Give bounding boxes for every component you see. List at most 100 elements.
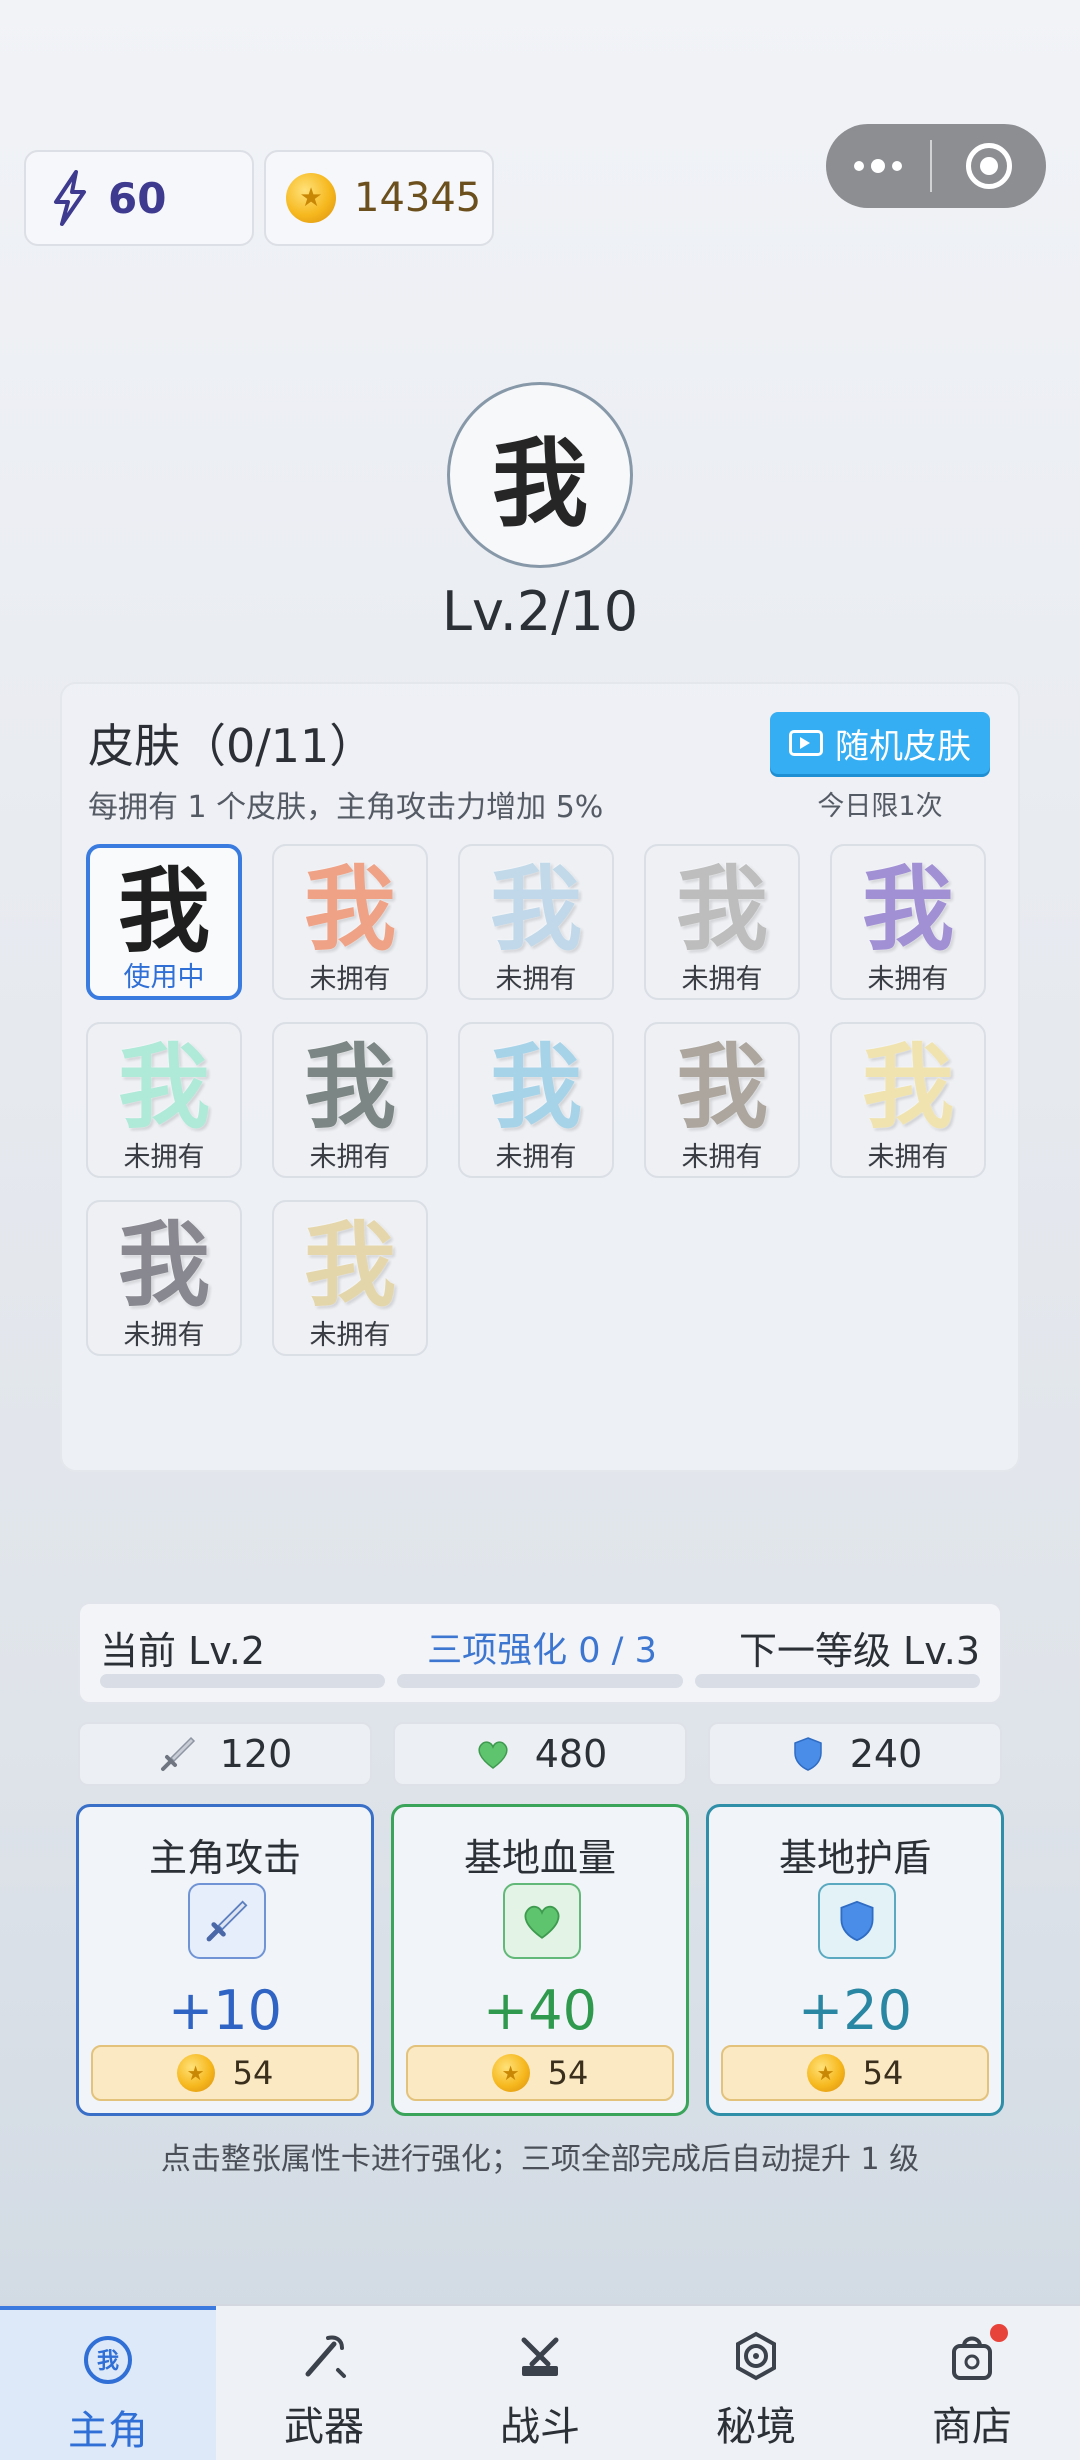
tab-realm[interactable]: 秘境 — [648, 2306, 864, 2460]
skin-item[interactable]: 我未拥有 — [830, 844, 986, 1000]
skin-item[interactable]: 我未拥有 — [830, 1022, 986, 1178]
video-icon — [789, 730, 823, 756]
daily-limit-text: 今日限1次 — [817, 791, 943, 822]
cost-button[interactable]: ★ 54 — [406, 2045, 674, 2101]
skin-status-label: 未拥有 — [495, 964, 577, 995]
card-title: 基地护盾 — [778, 1836, 931, 1880]
skin-item[interactable]: 我未拥有 — [458, 1022, 614, 1178]
shield-value: 240 — [849, 1732, 923, 1776]
attack-value: 120 — [219, 1732, 293, 1776]
gold-coin-icon: ★ — [286, 173, 336, 223]
tab-label: 商店 — [932, 2404, 1012, 2450]
skin-item[interactable]: 我未拥有 — [86, 1200, 242, 1356]
skin-glyph: 我 — [861, 856, 954, 963]
tab-label: 主角 — [68, 2408, 148, 2454]
card-title: 基地血量 — [463, 1836, 616, 1880]
gold-coin-icon: ★ — [491, 2054, 530, 2092]
skin-glyph: 我 — [117, 1034, 210, 1141]
cost-value: 54 — [547, 2054, 589, 2092]
hp-upgrade-card[interactable]: 基地血量 +40 ★ 54 — [391, 1804, 689, 2116]
skin-glyph: 我 — [303, 1212, 396, 1319]
tab-battle[interactable]: 战斗 — [432, 2306, 648, 2460]
heart-icon — [503, 1883, 581, 1959]
cost-button[interactable]: ★ 54 — [721, 2045, 989, 2101]
skin-glyph: 我 — [675, 856, 768, 963]
skin-item[interactable]: 我未拥有 — [644, 844, 800, 1000]
mini-program-capsule — [826, 124, 1046, 208]
lightning-icon — [54, 170, 86, 226]
progress-segment — [100, 1674, 386, 1688]
skin-description: 每拥有 1 个皮肤，主角攻击力增加 5% — [88, 790, 604, 825]
skin-glyph: 我 — [117, 1212, 210, 1319]
battle-icon — [512, 2328, 568, 2384]
hero-badge-icon: 我 — [80, 2332, 136, 2388]
skin-grid: 我使用中我未拥有我未拥有我未拥有我未拥有我未拥有我未拥有我未拥有我未拥有我未拥有… — [86, 844, 1006, 1356]
gold-coin-icon: ★ — [806, 2054, 845, 2092]
skin-status-label: 未拥有 — [309, 1142, 391, 1173]
tab-label: 战斗 — [500, 2404, 580, 2450]
skin-status-label: 未拥有 — [681, 964, 763, 995]
skin-status-label: 未拥有 — [123, 1320, 205, 1351]
svg-text:我: 我 — [97, 2349, 119, 2374]
skin-title: 皮肤（0/11） — [88, 719, 376, 773]
tab-weapon[interactable]: 武器 — [216, 2306, 432, 2460]
upgrade-hint: 点击整张属性卡进行强化；三项全部完成后自动提升 1 级 — [160, 2142, 920, 2177]
gold-coin-icon: ★ — [176, 2054, 215, 2092]
cost-button[interactable]: ★ 54 — [91, 2045, 359, 2101]
progress-segment — [397, 1674, 683, 1688]
next-level: 下一等级 Lv.3 — [738, 1629, 980, 1673]
realm-icon — [728, 2328, 784, 2384]
skin-item[interactable]: 我未拥有 — [644, 1022, 800, 1178]
weapon-icon — [296, 2328, 352, 2384]
random-skin-label: 随机皮肤 — [835, 726, 971, 767]
shield-icon — [818, 1883, 896, 1959]
skin-item[interactable]: 我未拥有 — [272, 1200, 428, 1356]
stat-row: 120 480 240 — [78, 1722, 1002, 1786]
bottom-tab-bar: 我 主角 武器 战斗 秘境 商店 — [0, 2304, 1080, 2460]
target-close-icon[interactable] — [932, 143, 1046, 189]
tab-label: 秘境 — [716, 2404, 796, 2450]
more-dots-icon[interactable] — [826, 159, 930, 173]
random-skin-button[interactable]: 随机皮肤 — [770, 712, 990, 774]
skin-panel: 皮肤（0/11） 每拥有 1 个皮肤，主角攻击力增加 5% 随机皮肤 今日限1次… — [60, 682, 1020, 1472]
tab-hero[interactable]: 我 主角 — [0, 2306, 216, 2460]
hp-value: 480 — [534, 1732, 608, 1776]
card-title: 主角攻击 — [148, 1836, 301, 1880]
shield-upgrade-card[interactable]: 基地护盾 +20 ★ 54 — [706, 1804, 1004, 2116]
sword-icon — [188, 1883, 266, 1959]
coin-counter: ★ 14345 — [264, 150, 494, 246]
tab-label: 武器 — [284, 2404, 364, 2450]
skin-item[interactable]: 我未拥有 — [272, 844, 428, 1000]
hero-avatar[interactable]: 我 — [447, 382, 633, 568]
skin-glyph: 我 — [489, 856, 582, 963]
skin-glyph: 我 — [675, 1034, 768, 1141]
skin-glyph: 我 — [117, 858, 210, 965]
attack-upgrade-card[interactable]: 主角攻击 +10 ★ 54 — [76, 1804, 374, 2116]
skin-status-label: 未拥有 — [681, 1142, 763, 1173]
card-bonus: +10 — [168, 1979, 282, 2042]
progress-segment — [694, 1674, 980, 1688]
shield-stat: 240 — [708, 1722, 1002, 1786]
skin-glyph: 我 — [303, 856, 396, 963]
card-bonus: +40 — [483, 1979, 597, 2042]
energy-value: 60 — [108, 173, 167, 223]
upgrade-progress: 当前 Lv.2 三项强化 0 / 3 下一等级 Lv.3 — [78, 1602, 1002, 1704]
skin-status-label: 未拥有 — [309, 964, 391, 995]
skin-status-label: 未拥有 — [309, 1320, 391, 1351]
tab-shop[interactable]: 商店 — [864, 2306, 1080, 2460]
skin-item[interactable]: 我未拥有 — [86, 1022, 242, 1178]
coin-value: 14345 — [354, 175, 482, 221]
skin-status-label: 未拥有 — [123, 1142, 205, 1173]
skin-item[interactable]: 我使用中 — [86, 844, 242, 1000]
skin-status-label: 使用中 — [123, 962, 205, 993]
skin-glyph: 我 — [489, 1034, 582, 1141]
attack-stat: 120 — [78, 1722, 372, 1786]
skin-glyph: 我 — [303, 1034, 396, 1141]
cost-value: 54 — [862, 2054, 904, 2092]
energy-counter: 60 — [24, 150, 254, 246]
skin-item[interactable]: 我未拥有 — [458, 844, 614, 1000]
heart-icon — [478, 1741, 508, 1769]
skin-status-label: 未拥有 — [495, 1142, 577, 1173]
skin-item[interactable]: 我未拥有 — [272, 1022, 428, 1178]
sword-icon — [160, 1736, 195, 1771]
